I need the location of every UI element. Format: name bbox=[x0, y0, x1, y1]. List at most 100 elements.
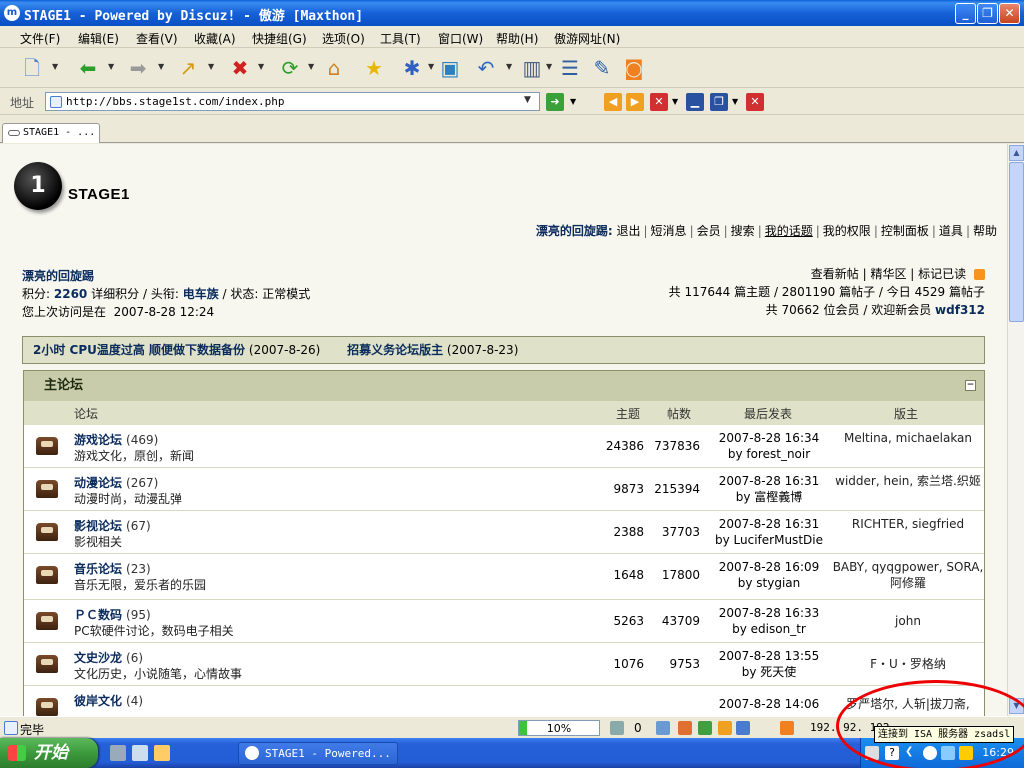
maxthon-tray-icon[interactable] bbox=[923, 746, 937, 760]
forum-moderators[interactable]: RICHTER, siegfried bbox=[832, 516, 984, 532]
popup-blocker-icon[interactable] bbox=[678, 721, 692, 735]
flash-icon[interactable] bbox=[718, 721, 732, 735]
refresh-icon[interactable]: ⟳ bbox=[276, 54, 304, 82]
new-page-icon[interactable]: 🗋 bbox=[18, 54, 46, 82]
nav-search[interactable]: 搜索 bbox=[731, 224, 755, 238]
title-bar[interactable]: m STAGE1 - Powered by Discuz! - 傲游 [Maxt… bbox=[0, 0, 1024, 26]
menu-groups[interactable]: 快捷组(G) bbox=[252, 30, 307, 47]
collapse-button[interactable]: − bbox=[965, 380, 976, 391]
view-new-posts-link[interactable]: 查看新帖 bbox=[811, 267, 859, 281]
translate-icon[interactable]: ✱ bbox=[398, 54, 426, 82]
forum-moderators[interactable]: BABY, qyqgpower, SORA, 阿修羅 bbox=[832, 559, 984, 591]
start-button[interactable]: 开始 bbox=[0, 738, 98, 768]
tab-stage1[interactable]: STAGE1 - ... bbox=[2, 123, 100, 143]
minimize-button[interactable]: _ bbox=[955, 3, 976, 24]
volume-icon[interactable] bbox=[959, 746, 973, 760]
edit-icon[interactable]: ✎ bbox=[588, 54, 616, 82]
chevron-down-icon[interactable]: ▼ bbox=[428, 62, 434, 71]
sidebar-list-icon[interactable]: ☰ bbox=[556, 54, 584, 82]
nav-control-panel[interactable]: 控制面板 bbox=[881, 224, 929, 238]
scroll-thumb[interactable] bbox=[1009, 162, 1024, 322]
nav-my-permissions[interactable]: 我的权限 bbox=[823, 224, 871, 238]
taskbar-item-stage1[interactable]: STAGE1 - Powered... bbox=[238, 742, 398, 765]
rss-status-icon[interactable] bbox=[780, 721, 794, 735]
menu-favorites[interactable]: 收藏(A) bbox=[194, 30, 236, 47]
chevron-down-icon[interactable]: ▼ bbox=[506, 62, 512, 71]
scroll-down-icon[interactable]: ▼ bbox=[1009, 698, 1024, 714]
quicklaunch-maxthon-icon[interactable] bbox=[132, 745, 148, 761]
columns-icon[interactable]: ▥ bbox=[518, 54, 546, 82]
next-tab-icon[interactable]: ▶ bbox=[626, 93, 644, 111]
announcement-link[interactable]: 2小时 CPU温度过高 顺便做下数据备份 bbox=[33, 343, 245, 357]
clock[interactable]: 16:29 bbox=[982, 746, 1014, 759]
digest-link[interactable]: 精华区 bbox=[870, 267, 906, 281]
favorites-star-icon[interactable]: ★ bbox=[360, 54, 388, 82]
proxy-icon[interactable] bbox=[656, 721, 670, 735]
nav-members[interactable]: 会员 bbox=[697, 224, 721, 238]
trash-icon[interactable] bbox=[610, 721, 624, 735]
nav-username[interactable]: 漂亮的回旋踢: bbox=[536, 224, 613, 238]
close-all-icon[interactable]: ✕ bbox=[746, 93, 764, 111]
close-tab-icon[interactable]: ✕ bbox=[650, 93, 668, 111]
up-icon[interactable]: ↗ bbox=[174, 54, 202, 82]
forum-moderators[interactable]: Meltina, michaelakan bbox=[832, 430, 984, 446]
chevron-down-icon[interactable]: ▼ bbox=[108, 62, 114, 71]
back-icon[interactable]: ⬅ bbox=[74, 54, 102, 82]
chevron-down-icon[interactable]: ▼ bbox=[208, 62, 214, 71]
forum-name-link[interactable]: 文史沙龙 bbox=[74, 651, 122, 665]
stop-icon[interactable]: ✖ bbox=[226, 54, 254, 82]
menu-maxthon-sites[interactable]: 傲游网址(N) bbox=[554, 30, 620, 47]
forum-name-link[interactable]: 动漫论坛 bbox=[74, 476, 122, 490]
points-detail-link[interactable]: 详细积分 bbox=[91, 287, 139, 301]
prev-tab-icon[interactable]: ◀ bbox=[604, 93, 622, 111]
user-name[interactable]: 漂亮的回旋踢 bbox=[22, 269, 94, 283]
nav-messages[interactable]: 短消息 bbox=[651, 224, 687, 238]
forum-name-link[interactable]: 音乐论坛 bbox=[74, 562, 122, 576]
chevron-down-icon[interactable]: ▼ bbox=[546, 62, 552, 71]
chevron-down-icon[interactable]: ▼ bbox=[732, 97, 738, 106]
chevron-down-icon[interactable]: ▼ bbox=[52, 62, 58, 71]
rss-icon[interactable]: ◙ bbox=[620, 54, 648, 82]
mark-read-link[interactable]: 标记已读 bbox=[918, 267, 966, 281]
download-icon[interactable] bbox=[736, 721, 750, 735]
nav-help[interactable]: 帮助 bbox=[973, 224, 997, 238]
keyboard-icon[interactable] bbox=[865, 746, 879, 760]
home-icon[interactable]: ⌂ bbox=[320, 54, 348, 82]
close-button[interactable]: ✕ bbox=[999, 3, 1020, 24]
chevron-left-icon[interactable]: ❮ bbox=[905, 746, 919, 760]
nav-my-topics[interactable]: 我的话题 bbox=[765, 224, 813, 238]
restore-tab-icon[interactable]: ❐ bbox=[710, 93, 728, 111]
forum-moderators[interactable]: john bbox=[832, 613, 984, 629]
site-logo[interactable]: 1 bbox=[14, 162, 62, 210]
forum-name-link[interactable]: 游戏论坛 bbox=[74, 433, 122, 447]
chevron-down-icon[interactable]: ▼ bbox=[524, 95, 531, 105]
menu-window[interactable]: 窗口(W) bbox=[438, 30, 483, 47]
forum-section-title[interactable]: 主论坛 bbox=[44, 378, 83, 393]
forum-name-link[interactable]: 彼岸文化 bbox=[74, 694, 122, 708]
scroll-up-icon[interactable]: ▲ bbox=[1009, 145, 1024, 161]
menu-options[interactable]: 选项(O) bbox=[322, 30, 365, 47]
chevron-down-icon[interactable]: ▼ bbox=[570, 97, 576, 106]
chevron-down-icon[interactable]: ▼ bbox=[158, 62, 164, 71]
go-icon[interactable]: ➜ bbox=[546, 93, 564, 111]
forum-name-link[interactable]: 影视论坛 bbox=[74, 519, 122, 533]
nav-logout[interactable]: 退出 bbox=[616, 224, 640, 238]
vertical-scrollbar[interactable]: ▲ ▼ bbox=[1007, 144, 1024, 716]
chevron-down-icon[interactable]: ▼ bbox=[308, 62, 314, 71]
undo-close-icon[interactable]: ↶ bbox=[472, 54, 500, 82]
quicklaunch-desktop-icon[interactable] bbox=[110, 745, 126, 761]
ad-hunter-icon[interactable] bbox=[698, 721, 712, 735]
menu-file[interactable]: 文件(F) bbox=[20, 30, 60, 47]
forum-moderators[interactable]: widder, hein, 索兰塔.织姬 bbox=[832, 473, 984, 489]
menu-tools[interactable]: 工具(T) bbox=[380, 30, 421, 47]
help-icon[interactable]: ? bbox=[885, 746, 899, 760]
menu-view[interactable]: 查看(V) bbox=[136, 30, 178, 47]
forum-moderators[interactable]: 罗严塔尔, 人斩|拔刀斋, bbox=[832, 696, 984, 712]
minimize-tab-icon[interactable]: ▁ bbox=[686, 93, 704, 111]
menu-help[interactable]: 帮助(H) bbox=[496, 30, 538, 47]
announcement-link[interactable]: 招募义务论坛版主 bbox=[347, 343, 443, 357]
menu-edit[interactable]: 编辑(E) bbox=[78, 30, 119, 47]
rss-icon[interactable] bbox=[974, 269, 985, 280]
chevron-down-icon[interactable]: ▼ bbox=[672, 97, 678, 106]
nav-items[interactable]: 道具 bbox=[939, 224, 963, 238]
